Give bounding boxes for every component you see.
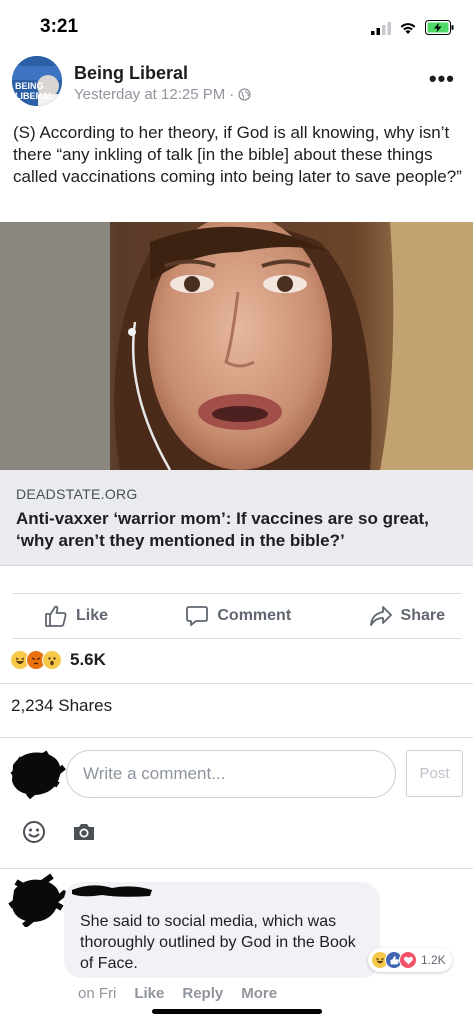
globe-icon	[238, 88, 251, 101]
reaction-count: 5.6K	[70, 650, 106, 669]
love-reaction-icon	[399, 951, 417, 969]
comment-label: Comment	[217, 607, 292, 624]
link-preview-caption[interactable]: DEADSTATE.ORG Anti-vaxxer ‘warrior mom’:…	[0, 470, 473, 566]
wow-reaction-icon	[42, 650, 62, 670]
comment-more-button[interactable]: More	[241, 985, 277, 1002]
share-icon	[369, 606, 392, 626]
comment-footer: on Fri Like Reply More	[78, 985, 277, 1002]
comment-reaction-count: 1.2K	[421, 953, 446, 967]
divider	[0, 737, 473, 738]
status-icons	[371, 20, 455, 35]
reactions-summary[interactable]: 5.6K	[10, 650, 106, 670]
divider	[0, 683, 473, 684]
comment-button[interactable]: Comment	[185, 604, 291, 628]
post-text: (S) According to her theory, if God is a…	[13, 123, 462, 186]
like-button[interactable]: Like	[44, 604, 108, 628]
divider	[12, 638, 461, 639]
post-more-button[interactable]: •••	[429, 66, 455, 92]
post-action-bar: Like Comment Share	[0, 596, 473, 636]
avatar-text-1: BEING	[15, 81, 44, 91]
camera-icon[interactable]	[72, 821, 96, 843]
status-time: 3:21	[40, 16, 79, 37]
post-comment-button[interactable]: Post	[406, 750, 463, 797]
page-name[interactable]: Being Liberal	[74, 63, 188, 84]
status-bar: 3:21	[0, 0, 473, 52]
post-header: BEING LIBERAL Being Liberal Yesterday at…	[12, 56, 461, 110]
comment-like-button[interactable]: Like	[134, 985, 164, 1002]
like-label: Like	[76, 607, 109, 624]
redacted-commenter-avatar	[8, 873, 68, 927]
comment-text: She said to social media, which was thor…	[80, 913, 356, 972]
post-meta: Yesterday at 12:25 PM ·	[74, 86, 251, 103]
comment-icon	[186, 606, 209, 626]
comment-tools	[22, 820, 96, 844]
share-button[interactable]: Share	[369, 604, 445, 628]
thumbs-up-icon	[45, 605, 67, 627]
avatar-text-2: LIBERAL	[15, 91, 54, 101]
redacted-avatar	[10, 750, 66, 800]
divider	[12, 593, 461, 594]
link-title: Anti-vaxxer ‘warrior mom’: If vaccines a…	[16, 509, 429, 550]
redacted-commenter-name	[72, 885, 152, 897]
post-timestamp[interactable]: Yesterday at 12:25 PM	[74, 86, 225, 103]
shares-count[interactable]: 2,234 Shares	[11, 696, 112, 716]
comment-input[interactable]	[66, 750, 396, 798]
comment-reactions[interactable]: 1.2K	[368, 948, 452, 972]
signal-icon	[371, 21, 391, 35]
divider	[0, 868, 473, 869]
wifi-icon	[400, 22, 416, 34]
page-avatar[interactable]: BEING LIBERAL	[12, 56, 62, 106]
comment-reply-button[interactable]: Reply	[182, 985, 223, 1002]
share-label: Share	[400, 607, 445, 624]
link-preview-image[interactable]	[0, 222, 473, 470]
home-indicator[interactable]	[152, 1009, 322, 1014]
link-domain: DEADSTATE.ORG	[16, 486, 138, 502]
emoji-smiley-icon[interactable]	[22, 820, 46, 844]
woman-photo	[0, 222, 473, 470]
battery-charging-icon	[425, 20, 454, 35]
comment-time[interactable]: on Fri	[78, 985, 116, 1002]
meta-separator: ·	[229, 86, 235, 103]
